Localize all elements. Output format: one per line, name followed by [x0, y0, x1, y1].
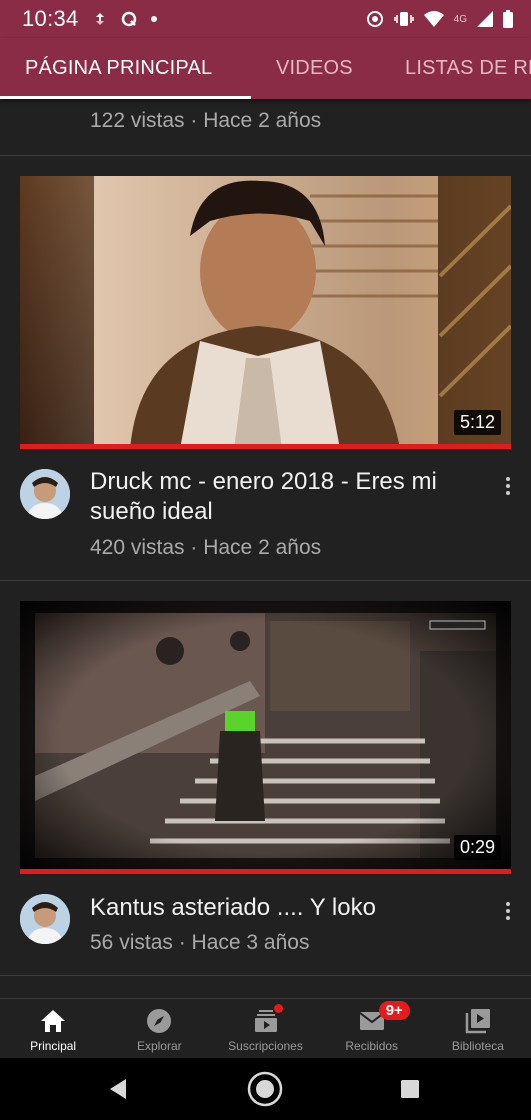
library-icon: [465, 1009, 490, 1034]
status-time: 10:34: [22, 6, 79, 31]
channel-avatar[interactable]: [20, 894, 70, 944]
nav-label: Suscripciones: [228, 1039, 303, 1053]
sync-icon: [95, 13, 104, 25]
dot-icon: [150, 16, 157, 22]
location-icon: [366, 11, 383, 27]
back-button[interactable]: [98, 1058, 138, 1120]
nav-item-biblioteca[interactable]: Biblioteca: [425, 999, 531, 1058]
nav-label: Principal: [30, 1039, 77, 1053]
tab-playlists[interactable]: LISTAS DE REPRODUCCIÓN: [405, 38, 531, 99]
channel-avatar[interactable]: [20, 469, 70, 519]
channel-tabs: PÁGINA PRINCIPAL VIDEOS LISTAS DE REPROD…: [0, 38, 531, 99]
home-button[interactable]: [245, 1058, 285, 1120]
video-feed[interactable]: 122 vistas · Hace 2 años 5:12 Druck mc -…: [0, 99, 531, 998]
recents-button[interactable]: [390, 1058, 430, 1120]
thumbnail-image: [20, 176, 511, 449]
notification-dot: [273, 1004, 283, 1013]
signal-icon: [477, 11, 493, 27]
vibrate-icon: [393, 12, 414, 26]
inbox-badge: 9+: [378, 1001, 410, 1020]
video-meta: 420 vistas · Hace 2 años: [90, 536, 322, 559]
watch-progress-bar: [20, 444, 511, 449]
video-duration: 5:12: [453, 410, 501, 435]
divider: [0, 580, 531, 581]
tab-videos[interactable]: VIDEOS: [276, 38, 353, 99]
divider: [0, 975, 531, 976]
tab-home[interactable]: PÁGINA PRINCIPAL: [25, 38, 212, 99]
nav-item-recibidos[interactable]: 9+ Recibidos: [319, 999, 425, 1058]
back-icon: [110, 1079, 126, 1099]
divider: [0, 155, 531, 156]
bottom-navigation: Principal Explorar Suscripciones 9+ Reci…: [0, 998, 531, 1058]
more-options-icon[interactable]: [498, 896, 518, 926]
previous-video-meta: 122 vistas · Hace 2 años: [90, 109, 322, 132]
nav-label: Explorar: [136, 1039, 182, 1053]
home-icon: [41, 1010, 66, 1032]
battery-icon: [503, 10, 513, 28]
video-meta: 56 vistas · Hace 3 años: [90, 931, 310, 954]
recents-icon: [401, 1080, 419, 1098]
nav-item-principal[interactable]: Principal: [0, 999, 106, 1058]
nav-item-explorar[interactable]: Explorar: [106, 999, 212, 1058]
status-bar: 10:34 4G: [0, 0, 531, 38]
network-type: 4G: [453, 13, 467, 25]
video-title[interactable]: Kantus asteriado .... Y loko: [90, 893, 470, 923]
video-title[interactable]: Druck mc - enero 2018 - Eres mi sueño id…: [90, 467, 470, 527]
home-circle-icon: [247, 1071, 283, 1107]
video-thumbnail[interactable]: 0:29: [20, 601, 511, 874]
thumbnail-image: [20, 601, 511, 874]
video-thumbnail[interactable]: 5:12: [20, 176, 511, 449]
compass-icon: [147, 1009, 172, 1033]
more-options-icon[interactable]: [498, 471, 518, 501]
nav-label: Biblioteca: [451, 1039, 504, 1053]
watch-progress-bar: [20, 869, 511, 874]
nav-item-suscripciones[interactable]: Suscripciones: [212, 999, 318, 1058]
system-navigation-bar: [0, 1058, 531, 1120]
video-duration: 0:29: [453, 835, 501, 860]
nav-label: Recibidos: [345, 1039, 399, 1053]
wifi-icon: [423, 11, 444, 27]
subscriptions-icon: [254, 1010, 277, 1032]
app-icon: [121, 11, 136, 27]
